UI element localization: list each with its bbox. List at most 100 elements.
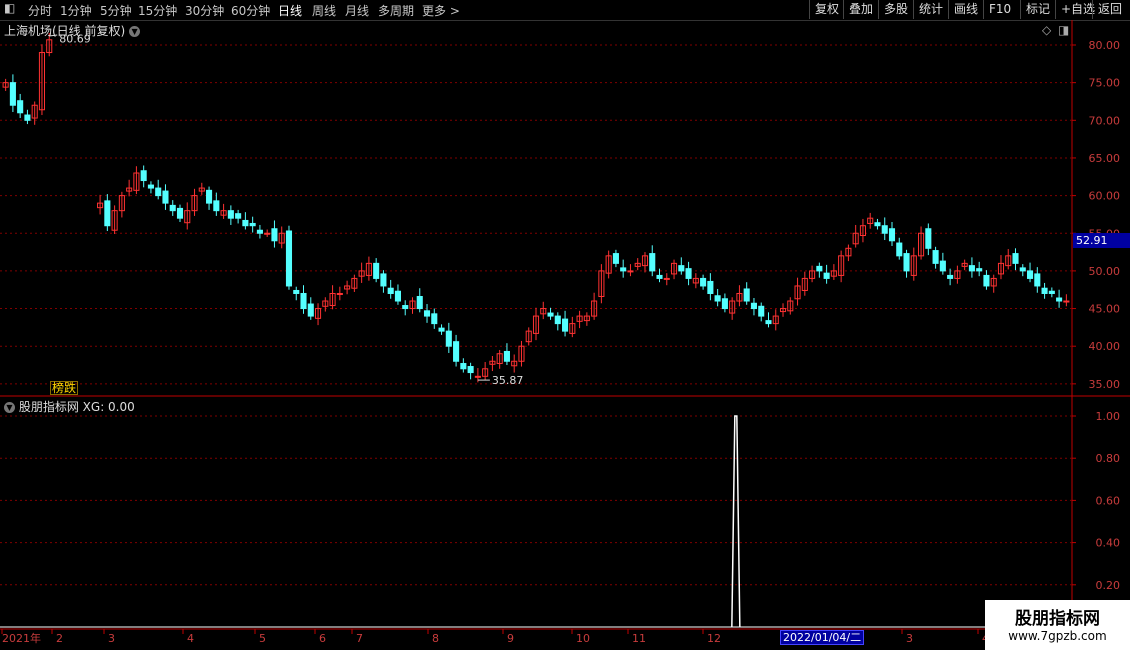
candle-body	[460, 363, 467, 370]
candle-body	[242, 219, 249, 227]
candle-body	[1048, 290, 1055, 294]
candle-body	[169, 204, 176, 212]
candle-body	[256, 229, 263, 234]
candle-body	[707, 280, 714, 294]
candle-body	[213, 200, 220, 212]
layout-toggle-icon: ◨	[1058, 23, 1069, 37]
watermark: 股朋指标网 www.7gpzb.com	[985, 600, 1130, 650]
min-label: 35.87	[492, 374, 524, 387]
candle-body	[9, 82, 16, 106]
candle-body	[17, 100, 24, 114]
candle-body	[547, 312, 554, 317]
chart-title: 上海机场(日线 前复权) ▼	[4, 22, 141, 39]
time-tick-label: 8	[432, 632, 439, 645]
time-tick-label: 3	[906, 632, 913, 645]
candle-body	[685, 268, 692, 279]
time-tick-label: 4	[187, 632, 194, 645]
current-price-tag: 52.91	[1073, 233, 1130, 248]
candle-body	[721, 298, 728, 310]
candle-body	[416, 296, 423, 310]
candle-body	[896, 242, 903, 257]
candle-body	[176, 207, 184, 219]
price-tick-label: 60.00	[1089, 190, 1121, 203]
candle-body	[336, 292, 343, 295]
candle-body	[700, 277, 707, 287]
candle-body	[976, 268, 983, 272]
watermark-url: www.7gpzb.com	[1008, 629, 1107, 643]
candle-body	[816, 265, 823, 272]
signal-tag: 榜跌	[50, 381, 79, 395]
candle-body	[758, 305, 765, 317]
candle-body	[431, 313, 438, 325]
watermark-title: 股朋指标网	[1015, 609, 1100, 629]
price-tick-label: 45.00	[1089, 303, 1121, 316]
candle-body	[1041, 287, 1048, 294]
time-tick-label: 7	[356, 632, 363, 645]
candle-body	[874, 222, 881, 227]
candle-body	[823, 272, 830, 279]
candle-body	[1034, 273, 1041, 287]
candle-body	[453, 341, 460, 362]
candle-body	[140, 170, 147, 182]
candle-body	[162, 190, 169, 204]
candle-body	[968, 265, 975, 272]
candle-body	[1012, 253, 1019, 264]
indicator-tick-label: 0.40	[1096, 537, 1121, 550]
indicator-value: XG: 0.00	[82, 400, 135, 414]
candle-body	[888, 228, 896, 242]
indicator-name: 股朋指标网	[18, 400, 79, 414]
candle-body	[678, 265, 685, 272]
candle-body	[939, 260, 946, 272]
kline-chart[interactable]: 80.0075.0070.0065.0060.0055.0050.0045.00…	[0, 0, 1130, 650]
candle-body	[656, 274, 663, 279]
price-tick-label: 65.00	[1089, 152, 1121, 165]
chevron-down-icon[interactable]: ▼	[4, 402, 15, 413]
candle-body	[206, 189, 213, 204]
candle-body	[438, 327, 445, 332]
candle-body	[423, 310, 431, 317]
candle-body	[1056, 297, 1063, 302]
time-tick-label: 2	[56, 632, 63, 645]
candle-body	[235, 213, 242, 219]
chevron-down-icon[interactable]: ▼	[129, 26, 141, 37]
indicator-tick-label: 0.60	[1096, 494, 1121, 507]
candle-body	[925, 228, 932, 249]
candle-body	[380, 273, 387, 287]
candle-body	[24, 114, 31, 121]
candle-body	[1026, 270, 1034, 279]
candle-body	[649, 253, 656, 272]
candle-body	[612, 253, 619, 264]
indicator-title: ▼ 股朋指标网 XG: 0.00	[4, 398, 135, 415]
candle-body	[947, 274, 954, 279]
candle-body	[445, 330, 452, 347]
candle-body	[285, 230, 293, 287]
candle-body	[147, 184, 154, 189]
candle-body	[1019, 267, 1026, 272]
candle-body	[300, 292, 307, 310]
candle-body	[249, 222, 256, 227]
candle-body	[1063, 300, 1070, 303]
candle-body	[562, 318, 569, 332]
candle-body	[627, 270, 634, 273]
indicator-tick-label: 1.00	[1096, 410, 1121, 423]
candle-body	[663, 277, 670, 280]
candle-body	[474, 375, 481, 378]
time-tick-label: 3	[108, 632, 115, 645]
time-tick-label: 2021年	[2, 631, 41, 645]
price-tick-label: 50.00	[1089, 265, 1121, 278]
price-tick-label: 40.00	[1089, 340, 1121, 353]
candle-body	[932, 250, 939, 264]
candle-body	[293, 289, 300, 294]
indicator-tick-label: 0.80	[1096, 452, 1121, 465]
candle-body	[503, 350, 510, 362]
candle-body	[467, 366, 474, 374]
candle-body	[155, 187, 162, 197]
price-tick-label: 75.00	[1089, 77, 1121, 90]
price-tick-label: 35.00	[1089, 378, 1121, 391]
price-tick-label: 70.00	[1089, 114, 1121, 127]
candle-body	[750, 302, 758, 310]
candle-body	[227, 210, 234, 219]
time-tick-label: 10	[576, 632, 590, 645]
candle-body	[402, 305, 409, 310]
candle-body	[620, 267, 627, 272]
